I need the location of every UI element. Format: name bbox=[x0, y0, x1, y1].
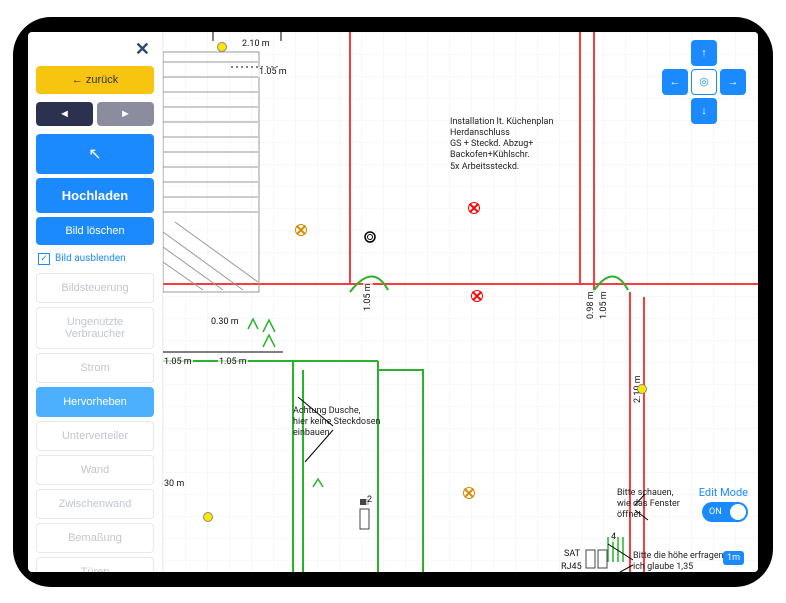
dimension-label: 1.05 m bbox=[163, 357, 193, 367]
edit-mode-toggle[interactable]: ON bbox=[702, 502, 748, 522]
hide-image-label: Bild ausblenden bbox=[55, 253, 126, 264]
tool-bemassung[interactable]: Bemaßung bbox=[36, 523, 154, 553]
light-icon bbox=[217, 42, 227, 52]
toggle-text: ON bbox=[709, 507, 722, 517]
chevron-right-icon: ► bbox=[120, 108, 131, 120]
history-prev-button[interactable]: ◄ bbox=[36, 102, 93, 126]
tablet-frame: ✕ ← zurück ◄ ► ↖ Hochladen Bild lös bbox=[13, 17, 773, 587]
tool-label: Bemaßung bbox=[68, 532, 122, 544]
outlet-icon bbox=[468, 202, 480, 214]
dimension-label: 1.05 m bbox=[258, 67, 288, 77]
label-rj45: RJ45 bbox=[560, 562, 583, 572]
tool-wand[interactable]: Wand bbox=[36, 455, 154, 485]
dimension-label: 0.98 m bbox=[586, 290, 596, 320]
pan-center-button[interactable]: ◎ bbox=[691, 69, 717, 95]
tool-tueren[interactable]: Türen bbox=[36, 557, 154, 572]
toggle-knob-icon bbox=[730, 504, 746, 520]
tool-label: Türen bbox=[81, 566, 110, 572]
pan-right-button[interactable]: → bbox=[720, 69, 746, 95]
back-button-label: zurück bbox=[86, 74, 118, 86]
cursor-icon: ↖ bbox=[88, 144, 101, 164]
label-sat: SAT bbox=[563, 549, 581, 559]
pan-up-button[interactable]: ↑ bbox=[691, 40, 717, 66]
tool-label: Hervorheben bbox=[63, 396, 127, 408]
label-two: 2 bbox=[366, 495, 373, 505]
outlet-icon bbox=[471, 290, 483, 302]
delete-image-label: Bild löschen bbox=[65, 225, 124, 237]
dimension-label: 1.05 m bbox=[599, 290, 609, 320]
tool-label: Wand bbox=[81, 464, 109, 476]
edit-mode-panel: Edit Mode ON bbox=[699, 486, 748, 522]
back-button[interactable]: ← zurück bbox=[36, 66, 154, 94]
delete-image-button[interactable]: Bild löschen bbox=[36, 217, 154, 245]
sidebar: ✕ ← zurück ◄ ► ↖ Hochladen Bild lös bbox=[28, 32, 163, 572]
outlet-icon bbox=[295, 224, 307, 236]
tool-label: Zwischenwand bbox=[59, 498, 132, 510]
floorplan-canvas[interactable]: 2.10 m 1.05 m 0.30 m 1.05 m 1.05 m 30 m … bbox=[163, 32, 758, 572]
tool-label: Unterverteiler bbox=[62, 430, 128, 442]
tool-bildsteuerung[interactable]: Bildsteuerung bbox=[36, 273, 154, 303]
edit-mode-label: Edit Mode bbox=[699, 486, 748, 499]
upload-button-label: Hochladen bbox=[62, 188, 128, 203]
tool-label: Bildsteuerung bbox=[61, 282, 128, 294]
label-four: 4 bbox=[610, 532, 617, 542]
pan-down-button[interactable]: ↓ bbox=[691, 98, 717, 124]
dimension-label: 0.30 m bbox=[210, 317, 240, 327]
tool-ungenutzte-verbraucher[interactable]: Ungenutzte Verbraucher bbox=[36, 307, 154, 349]
history-next-button[interactable]: ► bbox=[97, 102, 154, 126]
arrow-left-icon: ← bbox=[72, 74, 83, 86]
tool-hervorheben[interactable]: Hervorheben bbox=[36, 387, 154, 417]
cursor-tool-button[interactable]: ↖ bbox=[36, 134, 154, 174]
light-icon bbox=[637, 384, 647, 394]
upload-button[interactable]: Hochladen bbox=[36, 178, 154, 213]
hide-image-checkbox[interactable]: ✓ Bild ausblenden bbox=[36, 249, 154, 269]
dimension-label: 30 m bbox=[163, 479, 185, 489]
tool-label: Strom bbox=[80, 362, 109, 374]
close-icon[interactable]: ✕ bbox=[36, 37, 154, 62]
tool-strom[interactable]: Strom bbox=[36, 353, 154, 383]
note-height: Bitte die höhe erfragen, ich glaube 1,35 bbox=[633, 551, 725, 572]
note-kitchen: Installation lt. Küchenplan Herdanschlus… bbox=[450, 117, 553, 173]
tool-zwischenwand[interactable]: Zwischenwand bbox=[36, 489, 154, 519]
note-window: Bitte schauen, wie das Fenster öffnet bbox=[617, 488, 680, 522]
chevron-left-icon: ◄ bbox=[59, 108, 70, 120]
app-screen: ✕ ← zurück ◄ ► ↖ Hochladen Bild lös bbox=[28, 32, 758, 572]
note-shower: Achtung Dusche, hier keine Steckdosen ei… bbox=[293, 406, 380, 440]
dimension-label: 1.05 m bbox=[363, 282, 373, 312]
outlet-icon bbox=[463, 487, 475, 499]
dimension-label: 1.05 m bbox=[218, 357, 248, 367]
tool-label: Ungenutzte Verbraucher bbox=[41, 316, 149, 340]
navigation-pad: ↑ ← ◎ → ↓ bbox=[662, 40, 746, 124]
pan-left-button[interactable]: ← bbox=[662, 69, 688, 95]
light-icon bbox=[203, 512, 213, 522]
dimension-label: 2.10 m bbox=[241, 39, 271, 49]
scale-badge: 1m bbox=[723, 551, 744, 565]
tool-unterverteiler[interactable]: Unterverteiler bbox=[36, 421, 154, 451]
checkbox-icon: ✓ bbox=[38, 253, 50, 265]
